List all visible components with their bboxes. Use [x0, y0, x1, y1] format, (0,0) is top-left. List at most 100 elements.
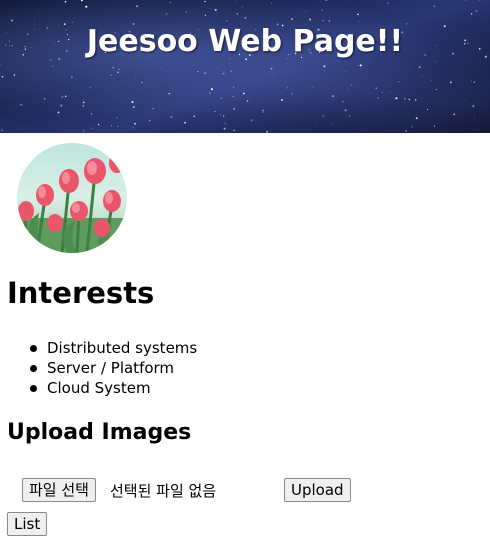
header-banner: Jeesoo Web Page!! [0, 0, 490, 133]
star [308, 18, 312, 21]
star [160, 67, 161, 69]
star [389, 91, 391, 93]
star [136, 5, 138, 8]
star [82, 101, 85, 104]
star [241, 6, 243, 8]
star [116, 116, 118, 119]
star [321, 9, 323, 11]
star [387, 17, 388, 19]
star [20, 103, 23, 106]
star [405, 130, 407, 132]
star [381, 91, 383, 93]
star [325, 0, 327, 2]
star [418, 66, 421, 69]
star [470, 13, 473, 15]
star [185, 11, 187, 13]
star [280, 98, 284, 102]
star [120, 100, 122, 101]
star [344, 71, 346, 72]
star [445, 99, 446, 101]
star [141, 81, 143, 84]
star [232, 86, 235, 88]
star [112, 66, 115, 69]
star [332, 95, 335, 98]
upload-heading: Upload Images [7, 420, 192, 445]
star [43, 97, 46, 100]
star [311, 86, 313, 88]
star [478, 130, 480, 132]
star [170, 116, 173, 118]
star [449, 81, 452, 84]
choose-file-button[interactable]: 파일 선택 [22, 478, 96, 502]
star [422, 75, 423, 77]
star [204, 72, 207, 74]
star [321, 19, 324, 22]
star [216, 67, 218, 68]
star [82, 105, 85, 107]
tulip-photo [17, 143, 127, 253]
star [97, 69, 99, 71]
star [270, 67, 273, 70]
star [165, 13, 168, 15]
star [152, 108, 154, 110]
star [350, 84, 352, 86]
star [82, 130, 85, 132]
star [465, 0, 466, 1]
list-item: Server / Platform [29, 358, 197, 378]
star [170, 1, 172, 3]
star [232, 95, 234, 97]
star [398, 81, 400, 83]
star [387, 2, 389, 4]
star [72, 21, 74, 23]
star [271, 2, 273, 4]
star [262, 109, 265, 112]
list-item: Cloud System [29, 378, 197, 398]
star [272, 75, 274, 76]
star [75, 79, 77, 80]
star [91, 127, 93, 129]
star [224, 122, 227, 125]
star [242, 92, 245, 95]
star [375, 87, 377, 89]
star [266, 130, 268, 133]
avatar [17, 143, 127, 253]
star [49, 59, 52, 62]
star [117, 125, 119, 127]
star [203, 71, 205, 73]
star [97, 123, 100, 126]
star [328, 20, 330, 22]
star [344, 1, 346, 3]
star [286, 87, 289, 89]
star [131, 101, 134, 103]
star [110, 74, 112, 76]
star [426, 108, 429, 111]
star [414, 99, 417, 101]
star [220, 97, 222, 99]
star [39, 18, 41, 20]
star [435, 88, 437, 90]
star [443, 106, 445, 107]
star [143, 16, 144, 17]
star [82, 4, 83, 6]
star [193, 115, 196, 118]
star [321, 115, 323, 117]
star [60, 104, 63, 107]
list-button[interactable]: List [7, 512, 48, 536]
star [118, 68, 120, 71]
star [121, 63, 122, 65]
star [465, 100, 466, 101]
star [168, 83, 170, 85]
star [323, 115, 325, 117]
star [226, 20, 228, 22]
star [132, 127, 134, 129]
upload-button[interactable]: Upload [284, 478, 351, 502]
star [51, 65, 54, 67]
star [240, 74, 241, 75]
star [132, 106, 135, 109]
star [348, 115, 351, 117]
star [431, 80, 432, 82]
star [210, 88, 213, 91]
star [258, 125, 260, 126]
star [80, 0, 83, 2]
star [37, 116, 39, 118]
